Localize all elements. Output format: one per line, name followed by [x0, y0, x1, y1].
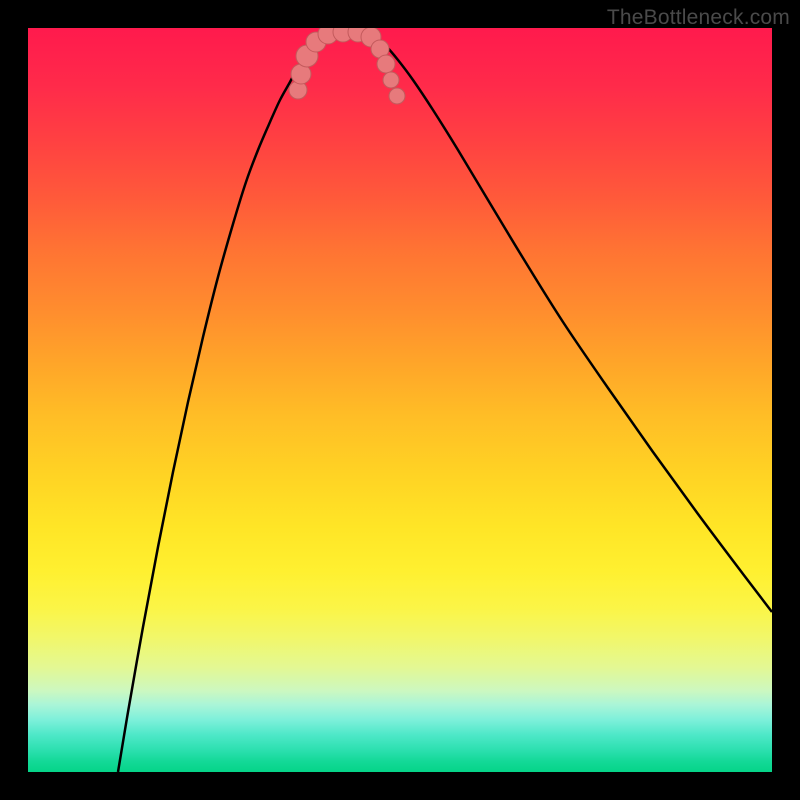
chart-frame: TheBottleneck.com [0, 0, 800, 800]
watermark-text: TheBottleneck.com [607, 6, 790, 30]
plot-gradient-background [28, 28, 772, 772]
